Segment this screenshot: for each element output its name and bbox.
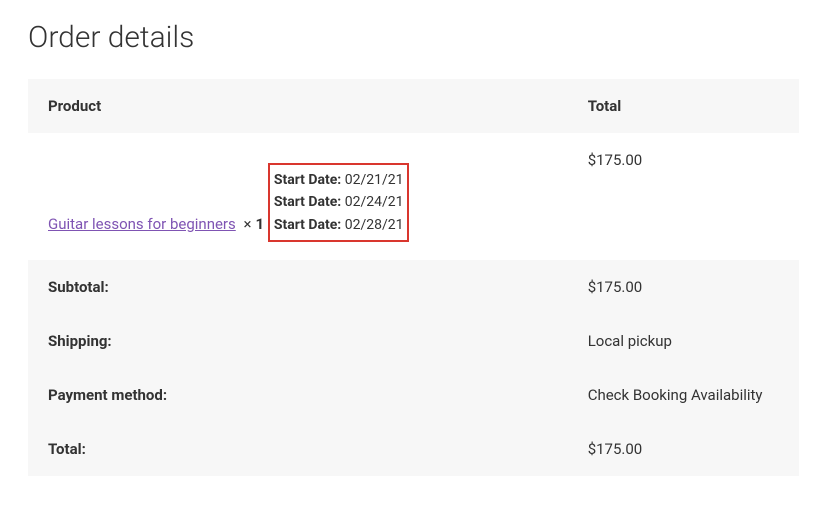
- payment-value: Check Booking Availability: [568, 368, 799, 422]
- shipping-label: Shipping:: [28, 314, 568, 368]
- product-cell: Guitar lessons for beginners ×1 Start Da…: [28, 133, 568, 260]
- header-total: Total: [568, 79, 799, 133]
- date-value: 02/21/21: [345, 172, 404, 188]
- total-label: Total:: [28, 422, 568, 476]
- subtotal-value: $175.00: [568, 260, 799, 314]
- total-row: Total: $175.00: [28, 422, 799, 476]
- table-header-row: Product Total: [28, 79, 799, 133]
- date-label: Start Date:: [274, 172, 341, 188]
- total-value: $175.00: [568, 422, 799, 476]
- shipping-row: Shipping: Local pickup: [28, 314, 799, 368]
- product-row: Guitar lessons for beginners ×1 Start Da…: [28, 133, 799, 260]
- product-link[interactable]: Guitar lessons for beginners: [48, 215, 236, 233]
- subtotal-row: Subtotal: $175.00: [28, 260, 799, 314]
- product-qty: 1: [256, 215, 265, 233]
- order-details-table: Product Total Guitar lessons for beginne…: [28, 79, 799, 476]
- payment-label: Payment method:: [28, 368, 568, 422]
- date-label: Start Date:: [274, 194, 341, 210]
- page-title: Order details: [28, 20, 799, 55]
- shipping-value: Local pickup: [568, 314, 799, 368]
- dates-highlight-box: Start Date: 02/21/21 Start Date: 02/24/2…: [268, 163, 410, 242]
- product-total-cell: $175.00: [568, 133, 799, 260]
- date-line: Start Date: 02/28/21: [274, 214, 404, 236]
- date-line: Start Date: 02/24/21: [274, 191, 404, 213]
- date-value: 02/24/21: [345, 194, 404, 210]
- qty-separator: ×: [244, 215, 252, 233]
- date-label: Start Date:: [274, 217, 341, 233]
- date-value: 02/28/21: [345, 217, 404, 233]
- payment-row: Payment method: Check Booking Availabili…: [28, 368, 799, 422]
- date-line: Start Date: 02/21/21: [274, 169, 404, 191]
- header-product: Product: [28, 79, 568, 133]
- subtotal-label: Subtotal:: [28, 260, 568, 314]
